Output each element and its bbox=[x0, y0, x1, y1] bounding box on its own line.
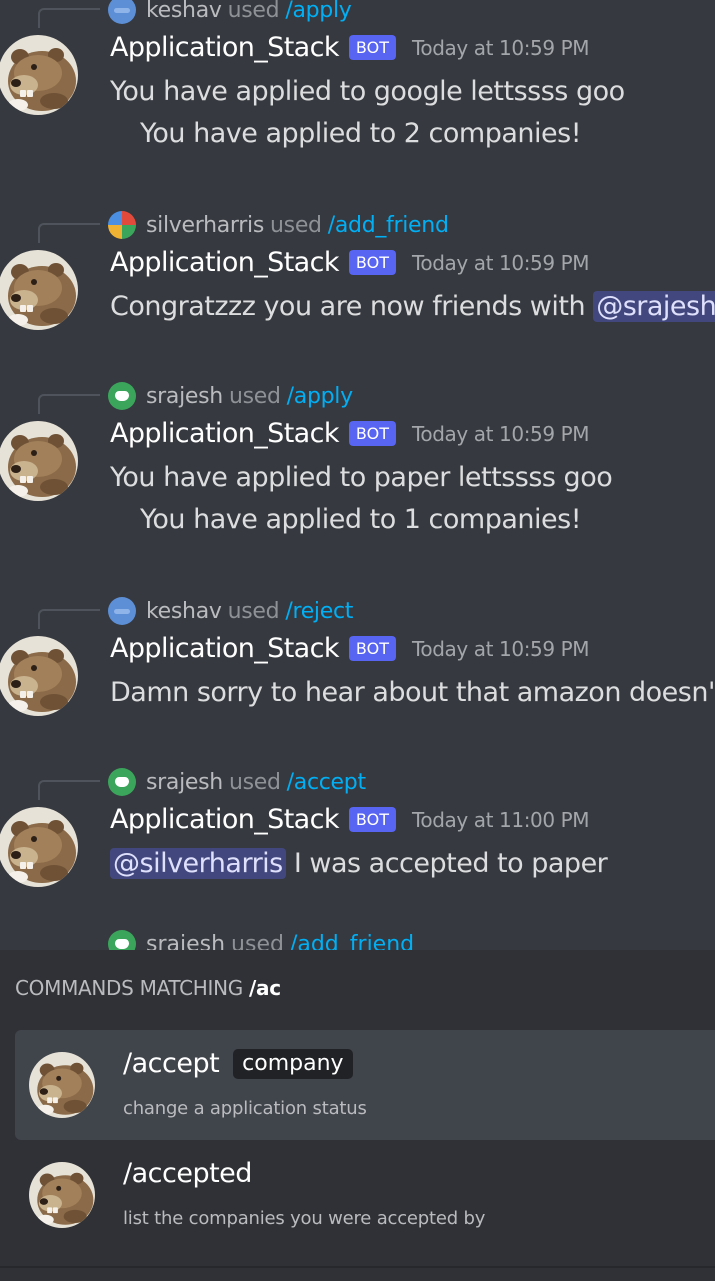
reply-command-link[interactable]: /apply bbox=[287, 384, 353, 409]
bear-avatar-icon[interactable] bbox=[0, 250, 78, 330]
command-description: list the companies you were accepted by bbox=[123, 1208, 486, 1229]
bear-avatar-icon[interactable] bbox=[0, 807, 78, 887]
message-header: Application_Stack BOT Today at 11:00 PM bbox=[110, 804, 590, 835]
user-avatar-icon[interactable] bbox=[108, 211, 136, 239]
message-text: Damn sorry to hear about that amazon doe… bbox=[110, 677, 715, 708]
reply-connector bbox=[38, 609, 100, 629]
message-text: You have applied to 1 companies! bbox=[140, 504, 582, 535]
author-name[interactable]: Application_Stack bbox=[110, 32, 340, 63]
message-item: keshav used /reject Application_Stack BO… bbox=[0, 597, 715, 771]
reply-command-link[interactable]: /accept bbox=[287, 770, 366, 795]
reply-username: srajesh bbox=[146, 931, 226, 951]
bot-badge: BOT bbox=[348, 35, 396, 60]
command-option-accept[interactable]: /accept company change a application sta… bbox=[15, 1030, 715, 1140]
user-avatar-icon[interactable] bbox=[108, 597, 136, 625]
user-avatar-icon[interactable] bbox=[108, 382, 136, 410]
message-header: Application_Stack BOT Today at 10:59 PM bbox=[110, 32, 590, 63]
message-item: keshav used /apply Application_Stack BOT… bbox=[0, 0, 715, 170]
reply-used-label: used bbox=[270, 212, 322, 238]
reply-command-link[interactable]: /reject bbox=[285, 599, 353, 624]
bear-avatar-icon bbox=[29, 1052, 95, 1118]
popup-divider bbox=[0, 1266, 715, 1268]
author-name[interactable]: Application_Stack bbox=[110, 633, 340, 664]
message-text: @silverharris I was accepted to paper bbox=[110, 848, 608, 879]
author-name[interactable]: Application_Stack bbox=[110, 418, 340, 449]
reply-used-label: used bbox=[227, 0, 280, 23]
popup-title-prefix: COMMANDS MATCHING bbox=[15, 976, 244, 1000]
bot-badge: BOT bbox=[348, 636, 396, 661]
message-item: srajesh used /accept Application_Stack B… bbox=[0, 768, 715, 942]
reply-connector bbox=[38, 780, 100, 800]
bear-avatar-icon[interactable] bbox=[0, 35, 78, 115]
reply-connector bbox=[38, 394, 100, 414]
message-text-part: Congratzzz you are now friends with bbox=[110, 291, 594, 322]
user-avatar-icon bbox=[108, 930, 136, 950]
reply-username[interactable]: keshav bbox=[146, 599, 222, 624]
reply-used-label: used bbox=[231, 931, 284, 951]
reply-username[interactable]: srajesh bbox=[146, 384, 223, 409]
reply-command-link: /add_friend bbox=[289, 931, 415, 951]
author-name[interactable]: Application_Stack bbox=[110, 247, 340, 278]
reply-connector bbox=[38, 223, 100, 243]
reply-reference[interactable]: silverharris used /add_friend bbox=[108, 210, 449, 240]
popup-title: COMMANDS MATCHING/ac bbox=[15, 976, 281, 1000]
bear-avatar-icon[interactable] bbox=[0, 421, 78, 501]
message-text: Congratzzz you are now friends with @sra… bbox=[110, 291, 715, 322]
command-name: /accepted bbox=[123, 1158, 252, 1189]
message-header: Application_Stack BOT Today at 10:59 PM bbox=[110, 633, 590, 664]
message-timestamp: Today at 10:59 PM bbox=[411, 35, 590, 60]
bot-badge: BOT bbox=[348, 807, 396, 832]
command-name-row: /accept company bbox=[123, 1048, 353, 1079]
reply-reference[interactable]: srajesh used /apply bbox=[108, 381, 353, 411]
message-timestamp: Today at 10:59 PM bbox=[411, 421, 590, 446]
reply-command-link[interactable]: /apply bbox=[285, 0, 351, 23]
command-autocomplete-popup: COMMANDS MATCHING/ac /accept company cha… bbox=[0, 950, 715, 1281]
bot-badge: BOT bbox=[348, 421, 396, 446]
reply-username[interactable]: keshav bbox=[146, 0, 222, 23]
reply-reference[interactable]: keshav used /reject bbox=[108, 596, 353, 626]
message-text: You have applied to google lettssss goo bbox=[110, 76, 625, 107]
message-item: silverharris used /add_friend Applicatio… bbox=[0, 211, 715, 385]
reply-reference[interactable]: srajesh used /accept bbox=[108, 767, 366, 797]
message-header: Application_Stack BOT Today at 10:59 PM bbox=[110, 247, 590, 278]
reply-username[interactable]: silverharris bbox=[146, 213, 264, 238]
reply-reference-partial: srajesh used /add_friend bbox=[108, 930, 414, 950]
bear-avatar-icon[interactable] bbox=[0, 636, 78, 716]
reply-used-label: used bbox=[227, 598, 280, 624]
message-text: You have applied to paper lettssss goo bbox=[110, 462, 613, 493]
message-text: You have applied to 2 companies! bbox=[140, 118, 582, 149]
user-avatar-icon[interactable] bbox=[108, 0, 136, 24]
command-description: change a application status bbox=[123, 1098, 367, 1119]
message-header: Application_Stack BOT Today at 10:59 PM bbox=[110, 418, 590, 449]
reply-reference[interactable]: keshav used /apply bbox=[108, 0, 352, 25]
reply-used-label: used bbox=[228, 383, 281, 409]
reply-username[interactable]: srajesh bbox=[146, 770, 223, 795]
reply-command-link[interactable]: /add_friend bbox=[328, 213, 449, 238]
bear-avatar-icon bbox=[29, 1162, 95, 1228]
message-timestamp: Today at 11:00 PM bbox=[411, 807, 590, 832]
user-avatar-icon[interactable] bbox=[108, 768, 136, 796]
message-timestamp: Today at 10:59 PM bbox=[411, 250, 590, 275]
bot-badge: BOT bbox=[348, 250, 396, 275]
command-name-row: /accepted bbox=[123, 1158, 266, 1189]
message-text-part: I was accepted to paper bbox=[285, 848, 608, 879]
command-name: /accept bbox=[123, 1048, 220, 1079]
message-list: keshav used /apply Application_Stack BOT… bbox=[0, 0, 715, 950]
popup-query: /ac bbox=[249, 976, 281, 1000]
message-timestamp: Today at 10:59 PM bbox=[411, 636, 590, 661]
user-mention[interactable]: @srajesh bbox=[593, 291, 715, 322]
reply-used-label: used bbox=[228, 769, 281, 795]
author-name[interactable]: Application_Stack bbox=[110, 804, 340, 835]
reply-connector bbox=[38, 8, 100, 28]
command-option-accepted[interactable]: /accepted list the companies you were ac… bbox=[15, 1140, 715, 1250]
user-mention[interactable]: @silverharris bbox=[110, 848, 286, 879]
command-param-chip[interactable]: company bbox=[233, 1048, 353, 1079]
message-item: srajesh used /apply Application_Stack BO… bbox=[0, 382, 715, 556]
